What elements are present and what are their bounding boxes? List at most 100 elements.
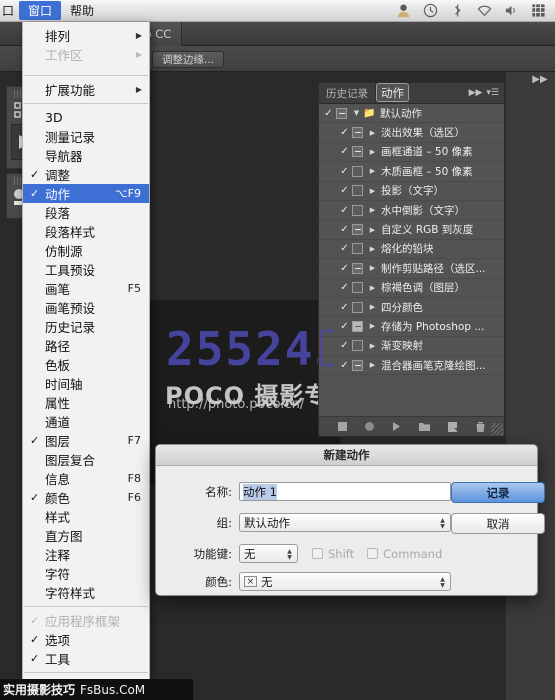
chevron-right-icon[interactable]: ▶ — [366, 206, 379, 214]
menu-item-history[interactable]: 历史记录 — [23, 317, 149, 336]
volume-icon[interactable] — [504, 3, 519, 18]
play-icon[interactable] — [391, 421, 402, 432]
row-dialog-toggle[interactable] — [352, 243, 363, 254]
chevron-right-icon[interactable]: ▶ — [366, 303, 379, 311]
menu-item-layer-comps[interactable]: 图层复合 — [23, 450, 149, 469]
menu-item-color[interactable]: ✓颜色F6 — [23, 488, 149, 507]
user-icon[interactable] — [396, 3, 411, 18]
command-checkbox[interactable]: Command — [367, 547, 442, 561]
actions-row-0[interactable]: ✓ ▼ 📁 默认动作 — [319, 104, 504, 123]
menu-item-extensions[interactable]: 扩展功能 ▶ — [23, 80, 149, 99]
menu-item-channels[interactable]: 通道 — [23, 412, 149, 431]
row-enable-check[interactable]: ✓ — [321, 108, 336, 119]
menu-item-character-styles[interactable]: 字符样式 — [23, 583, 149, 602]
menu-item-navigator[interactable]: 导航器 — [23, 146, 149, 165]
fkey-select[interactable]: 无 ▲▼ — [239, 544, 298, 563]
bluetooth-icon[interactable] — [450, 3, 465, 18]
row-dialog-toggle[interactable] — [352, 340, 363, 351]
menu-item-tools[interactable]: ✓工具 — [23, 649, 149, 668]
menu-item-3d[interactable]: 3D — [23, 108, 149, 127]
actions-row-4[interactable]: ✓ ▶ 投影（文字） — [319, 182, 504, 201]
menu-item-actions[interactable]: ✓动作⌥F9 — [23, 184, 149, 203]
menu-item-character[interactable]: 字符 — [23, 564, 149, 583]
time-machine-icon[interactable] — [423, 3, 438, 18]
record-button[interactable]: 记录 — [451, 482, 545, 503]
row-enable-check[interactable]: ✓ — [337, 205, 352, 216]
panel-menu-icon[interactable]: ▾☰ — [486, 88, 499, 98]
tab-history[interactable]: 历史记录 — [319, 83, 376, 103]
actions-row-3[interactable]: ✓ ▶ 木质画框 – 50 像素 — [319, 162, 504, 181]
chevron-right-icon[interactable]: ▶ — [366, 187, 379, 195]
panel-resize-grip[interactable] — [491, 423, 503, 435]
menu-item-brush-presets[interactable]: 画笔预设 — [23, 298, 149, 317]
actions-row-12[interactable]: ✓ ▶ 渐变映射 — [319, 337, 504, 356]
row-dialog-toggle[interactable] — [352, 224, 363, 235]
chevron-down-icon[interactable]: ▼ — [350, 109, 363, 117]
menu-item-clone-source[interactable]: 仿制源 — [23, 241, 149, 260]
menu-item-notes[interactable]: 注释 — [23, 545, 149, 564]
row-dialog-toggle[interactable] — [352, 205, 363, 216]
menubar-item-window[interactable]: 窗口 — [19, 1, 61, 20]
chevron-right-icon[interactable]: ▶ — [366, 284, 379, 292]
actions-row-11[interactable]: ✓ ▶ 存储为 Photoshop ... — [319, 317, 504, 336]
row-enable-check[interactable]: ✓ — [337, 243, 352, 254]
row-dialog-toggle[interactable] — [352, 127, 363, 138]
chevron-right-icon[interactable]: ▶ — [366, 361, 379, 369]
row-enable-check[interactable]: ✓ — [337, 321, 352, 332]
tab-actions[interactable]: 动作 — [376, 83, 409, 102]
set-select[interactable]: 默认动作 ▲▼ — [239, 513, 451, 532]
row-dialog-toggle[interactable] — [352, 282, 363, 293]
row-dialog-toggle[interactable] — [352, 166, 363, 177]
row-enable-check[interactable]: ✓ — [337, 146, 352, 157]
new-set-icon[interactable] — [418, 421, 431, 432]
row-dialog-toggle[interactable] — [336, 108, 347, 119]
chevron-right-icon[interactable]: ▶ — [366, 226, 379, 234]
menu-item-properties[interactable]: 属性 — [23, 393, 149, 412]
row-dialog-toggle[interactable] — [352, 302, 363, 313]
name-input[interactable]: 动作 1 — [239, 482, 451, 501]
chevron-right-icon[interactable]: ▶ — [366, 148, 379, 156]
color-select[interactable]: × 无 ▲▼ — [239, 572, 451, 591]
collapse-icon[interactable]: ▶▶ — [469, 88, 483, 98]
menubar-item-help[interactable]: 帮助 — [61, 1, 103, 20]
row-enable-check[interactable]: ✓ — [337, 127, 352, 138]
dock-collapse-icon[interactable]: ▶▶ — [529, 74, 551, 86]
row-enable-check[interactable]: ✓ — [337, 263, 352, 274]
row-dialog-toggle[interactable] — [352, 360, 363, 371]
row-enable-check[interactable]: ✓ — [337, 185, 352, 196]
actions-row-1[interactable]: ✓ ▶ 淡出效果（选区） — [319, 123, 504, 142]
row-enable-check[interactable]: ✓ — [337, 282, 352, 293]
row-enable-check[interactable]: ✓ — [337, 340, 352, 351]
row-enable-check[interactable]: ✓ — [337, 166, 352, 177]
actions-row-10[interactable]: ✓ ▶ 四分颜色 — [319, 298, 504, 317]
menu-item-histogram[interactable]: 直方图 — [23, 526, 149, 545]
menu-item-layers[interactable]: ✓图层F7 — [23, 431, 149, 450]
menu-item-paragraph[interactable]: 段落 — [23, 203, 149, 222]
menu-item-measurement-log[interactable]: 测量记录 — [23, 127, 149, 146]
new-action-icon[interactable] — [447, 421, 459, 433]
chevron-right-icon[interactable]: ▶ — [366, 322, 379, 330]
actions-row-9[interactable]: ✓ ▶ 棕褐色调（图层） — [319, 279, 504, 298]
menu-item-info[interactable]: 信息F8 — [23, 469, 149, 488]
menu-item-arrange[interactable]: 排列 ▶ — [23, 26, 149, 45]
actions-list[interactable]: ✓ ▼ 📁 默认动作 ✓ ▶ 淡出效果（选区） ✓ ▶ 画框通道 – 50 像素… — [319, 104, 504, 416]
cancel-button[interactable]: 取消 — [451, 513, 545, 534]
actions-row-7[interactable]: ✓ ▶ 熔化的铅块 — [319, 240, 504, 259]
menu-item-paths[interactable]: 路径 — [23, 336, 149, 355]
actions-row-13[interactable]: ✓ ▶ 混合器画笔克隆绘图... — [319, 356, 504, 375]
shift-checkbox[interactable]: Shift — [312, 547, 354, 561]
menu-item-timeline[interactable]: 时间轴 — [23, 374, 149, 393]
menu-item-styles[interactable]: 样式 — [23, 507, 149, 526]
actions-row-5[interactable]: ✓ ▶ 水中倒影（文字） — [319, 201, 504, 220]
chevron-right-icon[interactable]: ▶ — [366, 245, 379, 253]
actions-row-2[interactable]: ✓ ▶ 画框通道 – 50 像素 — [319, 143, 504, 162]
actions-row-8[interactable]: ✓ ▶ 制作剪贴路径（选区... — [319, 259, 504, 278]
refine-edge-button[interactable]: 调整边缘... — [152, 51, 224, 68]
row-dialog-toggle[interactable] — [352, 146, 363, 157]
window-menu-dropdown[interactable]: 排列 ▶ 工作区 ▶ 扩展功能 ▶ 3D 测量记录 导航器 ✓调整 ✓动作⌥F9… — [22, 22, 150, 682]
actions-row-6[interactable]: ✓ ▶ 自定义 RGB 到灰度 — [319, 220, 504, 239]
record-icon[interactable] — [364, 421, 375, 432]
stop-icon[interactable] — [337, 421, 348, 432]
menu-item-paragraph-styles[interactable]: 段落样式 — [23, 222, 149, 241]
menubar-item-clipped[interactable]: 口 — [0, 1, 19, 20]
